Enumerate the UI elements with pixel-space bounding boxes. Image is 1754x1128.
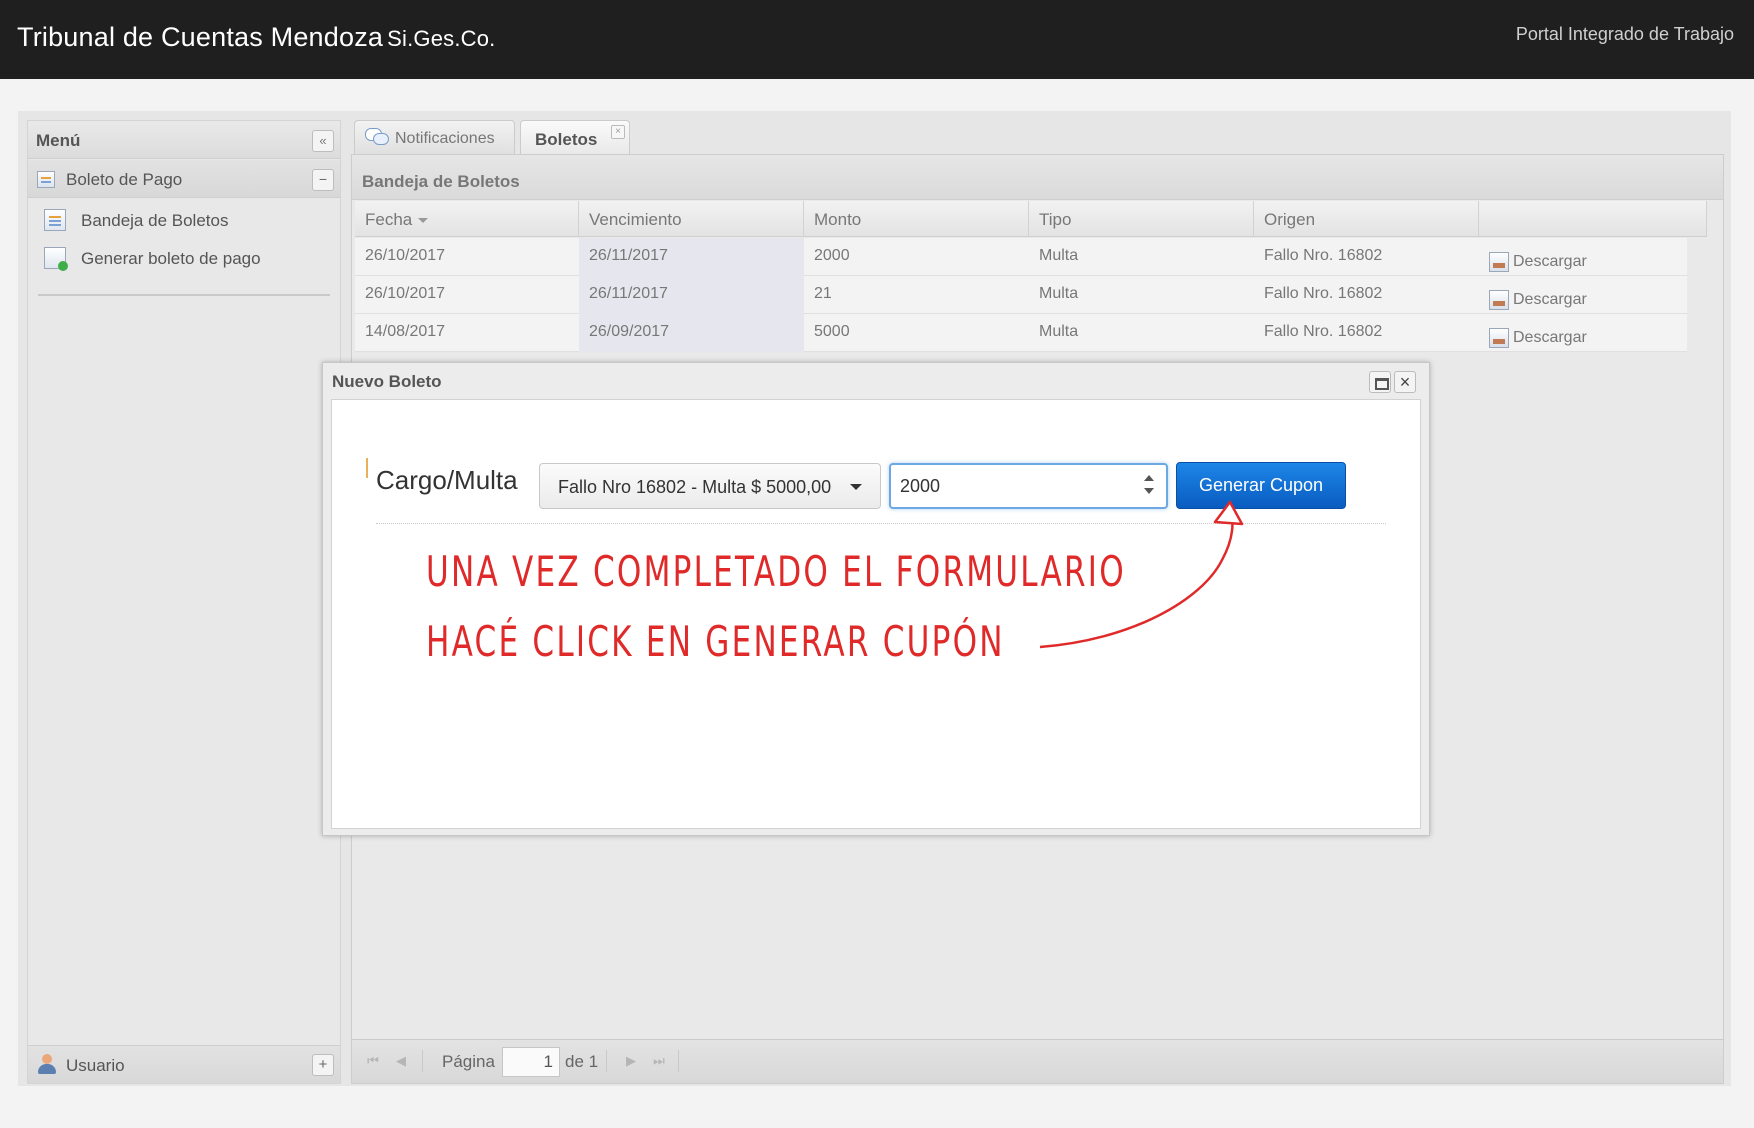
cell-vencimiento: 26/11/2017 bbox=[579, 276, 804, 314]
dialog-body: Cargo/Multa Fallo Nro 16802 - Multa $ 50… bbox=[331, 399, 1421, 829]
download-link[interactable]: Descargar bbox=[1479, 276, 1687, 314]
portal-link[interactable]: Portal Integrado de Trabajo bbox=[1516, 24, 1734, 45]
table-row[interactable]: 26/10/2017 26/11/2017 2000 Multa Fallo N… bbox=[355, 238, 1687, 276]
user-icon bbox=[37, 1054, 57, 1074]
section-boleto-de-pago[interactable]: Boleto de Pago − bbox=[28, 160, 340, 198]
section-usuario[interactable]: Usuario + bbox=[28, 1045, 340, 1083]
cell-tipo: Multa bbox=[1039, 247, 1079, 264]
grid-icon bbox=[37, 171, 55, 188]
annotation-arrow-icon bbox=[1039, 500, 1244, 649]
menu-title: Menú bbox=[36, 131, 81, 150]
column-label: Fecha bbox=[365, 210, 413, 229]
prev-page-icon[interactable]: ◀ bbox=[392, 1052, 410, 1070]
cell-fecha: 26/10/2017 bbox=[365, 247, 446, 264]
cell-vencimiento: 26/09/2017 bbox=[579, 314, 804, 352]
cell-monto: 21 bbox=[814, 285, 832, 302]
column-header-tipo[interactable]: Tipo bbox=[1029, 201, 1254, 237]
page-number-input[interactable] bbox=[502, 1047, 560, 1077]
download-label: Descargar bbox=[1513, 290, 1587, 308]
menu-divider bbox=[38, 294, 330, 296]
table-row[interactable]: 26/10/2017 26/11/2017 21 Multa Fallo Nro… bbox=[355, 276, 1687, 314]
column-header-origen[interactable]: Origen bbox=[1254, 201, 1479, 237]
cell-fecha: 26/10/2017 bbox=[365, 285, 446, 302]
grid-icon bbox=[44, 209, 66, 231]
menu-header: Menú « bbox=[28, 121, 340, 159]
column-header-monto[interactable]: Monto bbox=[804, 201, 1029, 237]
cell-fecha: 14/08/2017 bbox=[365, 323, 446, 340]
page-count-label: de 1 bbox=[565, 1052, 599, 1071]
menu-panel: Menú « Boleto de Pago − Bandeja de Bolet… bbox=[27, 120, 341, 1084]
grid-title: Bandeja de Boletos bbox=[362, 172, 520, 191]
cell-origen: Fallo Nro. 16802 bbox=[1264, 323, 1383, 340]
dialog-title: Nuevo Boleto bbox=[332, 372, 442, 391]
pager-separator bbox=[422, 1050, 423, 1072]
collapse-menu-button[interactable]: « bbox=[312, 130, 334, 152]
expand-section-button[interactable]: + bbox=[312, 1054, 334, 1076]
nav-item-label: Bandeja de Boletos bbox=[81, 211, 229, 230]
sort-desc-icon bbox=[418, 218, 429, 224]
last-page-icon[interactable]: ⏭ bbox=[650, 1052, 668, 1070]
download-label: Descargar bbox=[1513, 328, 1587, 346]
tab-label: Notificaciones bbox=[395, 130, 495, 147]
close-icon[interactable]: × bbox=[611, 125, 625, 139]
top-header: Tribunal de Cuentas Mendoza Si.Ges.Co. Po… bbox=[0, 0, 1754, 79]
cell-tipo: Multa bbox=[1039, 285, 1079, 302]
download-link[interactable]: Descargar bbox=[1479, 314, 1687, 352]
cell-monto: 2000 bbox=[814, 247, 850, 264]
pager-separator bbox=[678, 1050, 679, 1072]
close-icon[interactable]: × bbox=[1394, 371, 1416, 393]
nuevo-boleto-dialog: Nuevo Boleto × Cargo/Multa Fallo Nro 168… bbox=[322, 362, 1430, 836]
app-subtitle: Si.Ges.Co. bbox=[387, 26, 496, 51]
cell-monto: 5000 bbox=[814, 323, 850, 340]
tab-label: Boletos bbox=[535, 130, 598, 149]
maximize-icon[interactable] bbox=[1369, 371, 1391, 393]
tab-notificaciones[interactable]: Notificaciones bbox=[354, 120, 515, 154]
pager-separator bbox=[606, 1050, 607, 1072]
nav-item-label: Generar boleto de pago bbox=[81, 249, 261, 268]
download-link[interactable]: Descargar bbox=[1479, 238, 1687, 276]
download-label: Descargar bbox=[1513, 252, 1587, 270]
app-title: Tribunal de Cuentas Mendoza Si.Ges.Co. bbox=[17, 22, 496, 53]
cell-tipo: Multa bbox=[1039, 323, 1079, 340]
column-header-fecha[interactable]: Fecha bbox=[355, 201, 579, 237]
next-page-icon[interactable]: ▶ bbox=[622, 1052, 640, 1070]
download-icon bbox=[1489, 327, 1509, 348]
new-document-icon bbox=[44, 247, 68, 271]
download-icon bbox=[1489, 289, 1509, 310]
page-label: Página bbox=[442, 1052, 495, 1071]
column-header-vencimiento[interactable]: Vencimiento bbox=[579, 201, 804, 237]
cell-origen: Fallo Nro. 16802 bbox=[1264, 247, 1383, 264]
nav-item-generar-boleto[interactable]: Generar boleto de pago bbox=[28, 243, 340, 273]
pagination-toolbar: ⏮ ◀ Página de 1 ▶ ⏭ bbox=[352, 1039, 1723, 1083]
app-title-text: Tribunal de Cuentas Mendoza bbox=[17, 22, 384, 52]
grid-header: Fecha Vencimiento Monto Tipo Origen bbox=[355, 201, 1707, 237]
section-label: Usuario bbox=[66, 1056, 125, 1075]
section-label: Boleto de Pago bbox=[66, 170, 183, 189]
chat-icon bbox=[365, 128, 389, 146]
collapse-section-button[interactable]: − bbox=[312, 169, 334, 191]
table-row[interactable]: 14/08/2017 26/09/2017 5000 Multa Fallo N… bbox=[355, 314, 1687, 352]
column-header-actions bbox=[1479, 201, 1707, 237]
download-icon bbox=[1489, 251, 1509, 272]
nav-item-bandeja-de-boletos[interactable]: Bandeja de Boletos bbox=[28, 205, 340, 235]
cell-origen: Fallo Nro. 16802 bbox=[1264, 285, 1383, 302]
tab-boletos[interactable]: Boletos × bbox=[520, 120, 630, 154]
cell-vencimiento: 26/11/2017 bbox=[579, 238, 804, 276]
first-page-icon[interactable]: ⏮ bbox=[364, 1052, 382, 1070]
grid-title-bar: Bandeja de Boletos bbox=[352, 155, 1723, 200]
